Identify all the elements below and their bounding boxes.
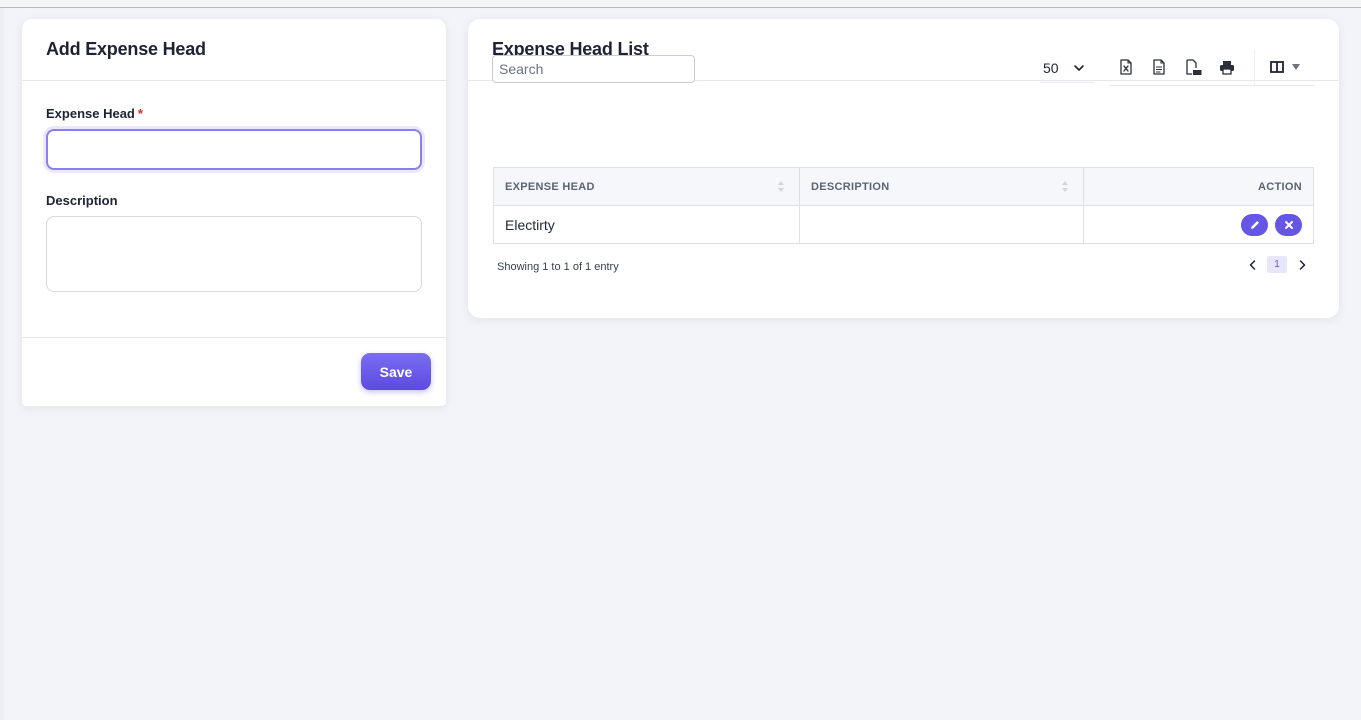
table-row: Electirty — [493, 205, 1314, 244]
caret-down-icon — [1291, 64, 1300, 70]
pdf-icon — [1185, 58, 1202, 75]
column-header-label: EXPENSE HEAD — [505, 180, 595, 193]
add-expense-head-card: Add Expense Head Expense Head * Descripti… — [22, 19, 446, 406]
delete-button[interactable] — [1275, 213, 1302, 236]
add-form-footer: Save — [22, 338, 446, 405]
close-icon — [1284, 220, 1293, 229]
expense-head-label: Expense Head * — [46, 106, 422, 121]
print-icon — [1219, 60, 1234, 75]
pdf-export-button[interactable] — [1176, 52, 1210, 82]
cell-description — [799, 205, 1084, 244]
page-size-value: 50 — [1043, 59, 1059, 76]
column-header-label: DESCRIPTION — [811, 180, 890, 193]
expense-head-list-card: Expense Head List 50 — [468, 19, 1339, 318]
expense-head-input[interactable] — [46, 129, 422, 170]
top-border — [0, 0, 1361, 8]
excel-export-button[interactable] — [1109, 52, 1143, 82]
csv-export-button[interactable] — [1143, 52, 1177, 82]
pencil-icon — [1250, 220, 1259, 229]
page-size-select[interactable]: 50 — [1040, 53, 1095, 83]
left-edge — [0, 8, 4, 720]
previous-page-button[interactable] — [1246, 257, 1258, 273]
add-form-body: Expense Head * Description — [22, 81, 446, 338]
page-number-button[interactable]: 1 — [1267, 256, 1287, 273]
cell-action — [1083, 205, 1314, 244]
column-header-description[interactable]: DESCRIPTION — [799, 167, 1084, 206]
columns-icon — [1269, 61, 1284, 73]
next-page-button[interactable] — [1296, 257, 1308, 273]
expense-head-label-text: Expense Head — [46, 106, 135, 121]
table-info: Showing 1 to 1 of 1 entry — [497, 261, 619, 273]
column-visibility-button[interactable] — [1253, 48, 1315, 86]
sort-icon — [1062, 181, 1068, 192]
add-card-header: Add Expense Head — [22, 19, 446, 81]
sort-icon — [778, 181, 784, 192]
cell-expense-head: Electirty — [493, 205, 800, 244]
table-header-row: EXPENSE HEAD DESCRIPTION ACTION — [493, 167, 1314, 206]
column-header-action: ACTION — [1083, 167, 1314, 206]
expense-head-table: EXPENSE HEAD DESCRIPTION ACTION Electirt… — [493, 167, 1314, 244]
column-header-expense-head[interactable]: EXPENSE HEAD — [493, 167, 800, 206]
pagination: 1 — [1246, 256, 1308, 273]
description-label: Description — [46, 193, 118, 208]
save-button[interactable]: Save — [361, 353, 431, 390]
csv-icon — [1153, 59, 1166, 75]
edit-button[interactable] — [1241, 213, 1269, 236]
excel-icon — [1120, 59, 1132, 75]
add-card-title: Add Expense Head — [46, 39, 206, 59]
print-button[interactable] — [1210, 52, 1244, 82]
required-mark: * — [137, 106, 143, 121]
column-header-label: ACTION — [1258, 180, 1302, 193]
chevron-down-icon — [1074, 65, 1084, 71]
export-button-group — [1109, 48, 1315, 86]
chevron-right-icon — [1299, 259, 1305, 270]
search-input[interactable] — [492, 55, 695, 83]
chevron-left-icon — [1249, 259, 1255, 270]
description-textarea[interactable] — [46, 216, 422, 292]
